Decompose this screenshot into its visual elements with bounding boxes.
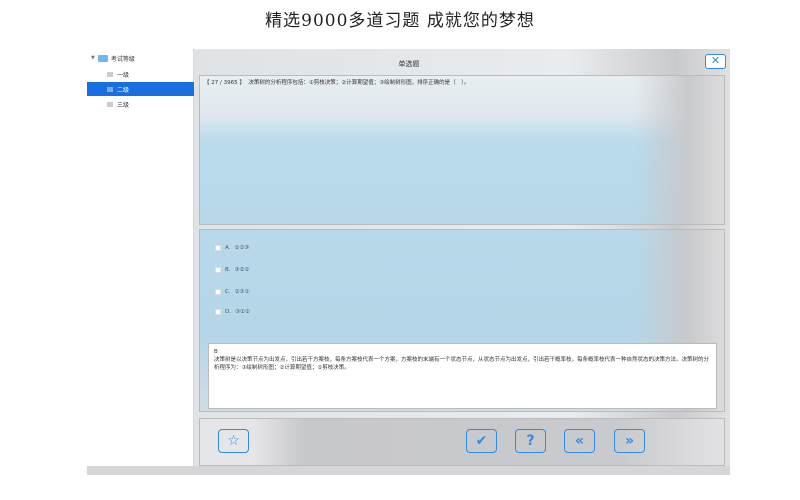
checkbox[interactable] — [215, 267, 221, 273]
sidebar-item-label: 三级 — [117, 101, 130, 109]
answer-explanation: B 决策树是以决策节点为出发点，引出若干方案枝，每条方案枝代表一个方案，方案枝的… — [208, 343, 717, 409]
item-icon — [107, 71, 113, 77]
checkmark-icon: ✔ — [475, 433, 488, 449]
question-mark-icon: ? — [526, 433, 535, 449]
question-progress: 【 27 / 3965 】 — [204, 80, 245, 86]
option-text: ②③① — [234, 289, 250, 295]
option-label: B. — [225, 267, 231, 273]
check-answer-button[interactable]: ✔ — [466, 429, 497, 453]
option-label: D. — [225, 309, 231, 315]
checkbox[interactable] — [215, 289, 221, 295]
previous-button[interactable]: « — [564, 429, 595, 453]
option-text: ①②③ — [234, 245, 250, 251]
close-icon: ✕ — [710, 54, 721, 67]
answer-key: B — [214, 349, 218, 355]
tree-root[interactable]: ▼ 考试等级 — [91, 53, 135, 63]
option-text: ③①② — [234, 309, 250, 315]
question-text: 【 27 / 3965 】 决策树的分析程序包括：①剪枝决策；②计算期望值；③绘… — [204, 78, 469, 86]
item-icon — [107, 101, 113, 107]
toolbar: ☆ ✔ ? « » — [199, 418, 725, 466]
option-label: A. — [225, 245, 231, 251]
hint-button[interactable]: ? — [515, 429, 546, 453]
option-d[interactable]: D. ③①② — [215, 309, 250, 315]
folder-icon — [97, 54, 108, 62]
question-stem: 决策树的分析程序包括：①剪枝决策；②计算期望值；③绘制树形图，排序正确的是（ ）… — [248, 80, 470, 86]
option-b[interactable]: B. ③②① — [215, 267, 249, 273]
sidebar-item-level1[interactable]: 一级 — [87, 67, 194, 81]
double-chevron-left-icon: « — [574, 433, 585, 449]
next-button[interactable]: » — [614, 429, 645, 453]
checkbox[interactable] — [215, 245, 221, 251]
sidebar-item-label: 一级 — [117, 71, 130, 79]
explanation-text: 决策树是以决策节点为出发点，引出若干方案枝，每条方案枝代表一个方案，方案枝的末端… — [214, 357, 710, 371]
option-a[interactable]: A. ①②③ — [215, 245, 249, 251]
sidebar-item-label: 二级 — [117, 86, 130, 94]
expand-triangle-icon[interactable]: ▼ — [91, 55, 95, 61]
option-c[interactable]: C. ②③① — [215, 289, 249, 295]
sidebar-item-level3[interactable]: 三级 — [87, 97, 194, 111]
star-icon: ☆ — [227, 433, 240, 449]
options-box: A. ①②③ B. ③②① C. ②③① D. ③①② B 决策树是以决策节点为出发点，… — [199, 229, 725, 412]
question-panel: 单选题 ✕ 【 27 / 3965 】 决策树的分析程序包括：①剪枝决策；②计算… — [194, 49, 730, 466]
bottom-bar — [87, 466, 730, 475]
item-icon — [107, 86, 113, 92]
tree-root-label: 考试等级 — [110, 55, 135, 63]
favorite-button[interactable]: ☆ — [218, 429, 249, 453]
sidebar: ▼ 考试等级 一级 二级 三级 — [87, 49, 194, 466]
question-box: 【 27 / 3965 】 决策树的分析程序包括：①剪枝决策；②计算期望值；③绘… — [199, 75, 725, 225]
option-label: C. — [225, 289, 231, 295]
dialog-title: 单选题 — [398, 60, 420, 68]
app-window: ▼ 考试等级 一级 二级 三级 单选题 ✕ 【 27 / 3965 】 决策树的… — [87, 49, 730, 475]
sidebar-item-level2[interactable]: 二级 — [87, 82, 194, 96]
double-chevron-right-icon: » — [624, 433, 635, 449]
option-text: ③②① — [234, 267, 250, 273]
headline: 精选9000多道习题 成就您的梦想 — [265, 11, 535, 31]
checkbox[interactable] — [215, 309, 221, 315]
close-button[interactable]: ✕ — [705, 54, 726, 69]
